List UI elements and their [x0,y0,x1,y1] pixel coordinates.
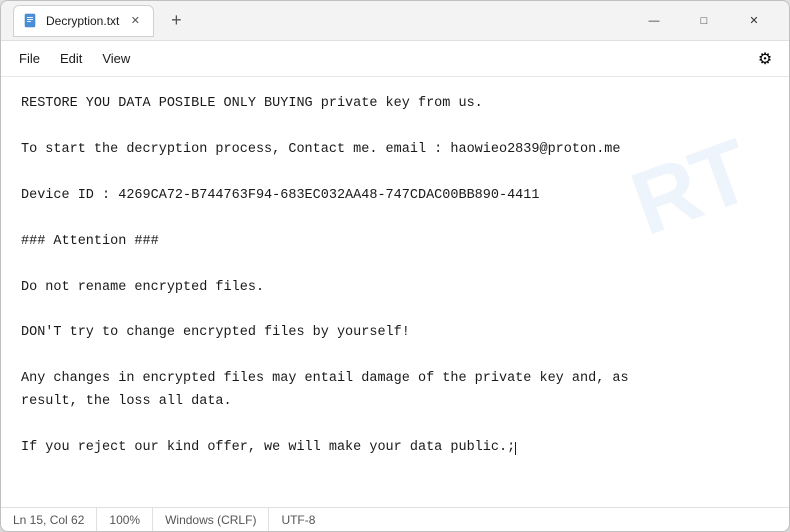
notepad-window: Decryption.txt ✕ + — □ ✕ File Edit View … [0,0,790,532]
text-body: RESTORE YOU DATA POSIBLE ONLY BUYING pri… [21,93,769,460]
window-controls: — □ ✕ [631,5,777,37]
menu-bar: File Edit View ⚙ [1,41,789,77]
active-tab[interactable]: Decryption.txt ✕ [13,5,154,37]
tab-close-button[interactable]: ✕ [127,13,143,29]
edit-menu[interactable]: Edit [50,47,92,70]
tab-title: Decryption.txt [46,14,119,28]
text-cursor [515,442,516,456]
line-col-indicator: Ln 15, Col 62 [13,508,97,531]
maximize-button[interactable]: □ [681,5,727,37]
title-bar: Decryption.txt ✕ + — □ ✕ [1,1,789,41]
line-ending: Windows (CRLF) [153,508,269,531]
encoding: UTF-8 [269,508,327,531]
new-tab-button[interactable]: + [162,7,190,35]
file-menu[interactable]: File [9,47,50,70]
status-bar: Ln 15, Col 62 100% Windows (CRLF) UTF-8 [1,507,789,531]
zoom-level: 100% [97,508,153,531]
editor-content[interactable]: RT RESTORE YOU DATA POSIBLE ONLY BUYING … [1,77,789,507]
view-menu[interactable]: View [92,47,140,70]
close-button[interactable]: ✕ [731,5,777,37]
menu-bar-right: ⚙ [749,43,781,75]
file-icon [22,12,40,30]
settings-icon[interactable]: ⚙ [749,43,781,75]
minimize-button[interactable]: — [631,5,677,37]
title-bar-left: Decryption.txt ✕ + [13,5,631,37]
